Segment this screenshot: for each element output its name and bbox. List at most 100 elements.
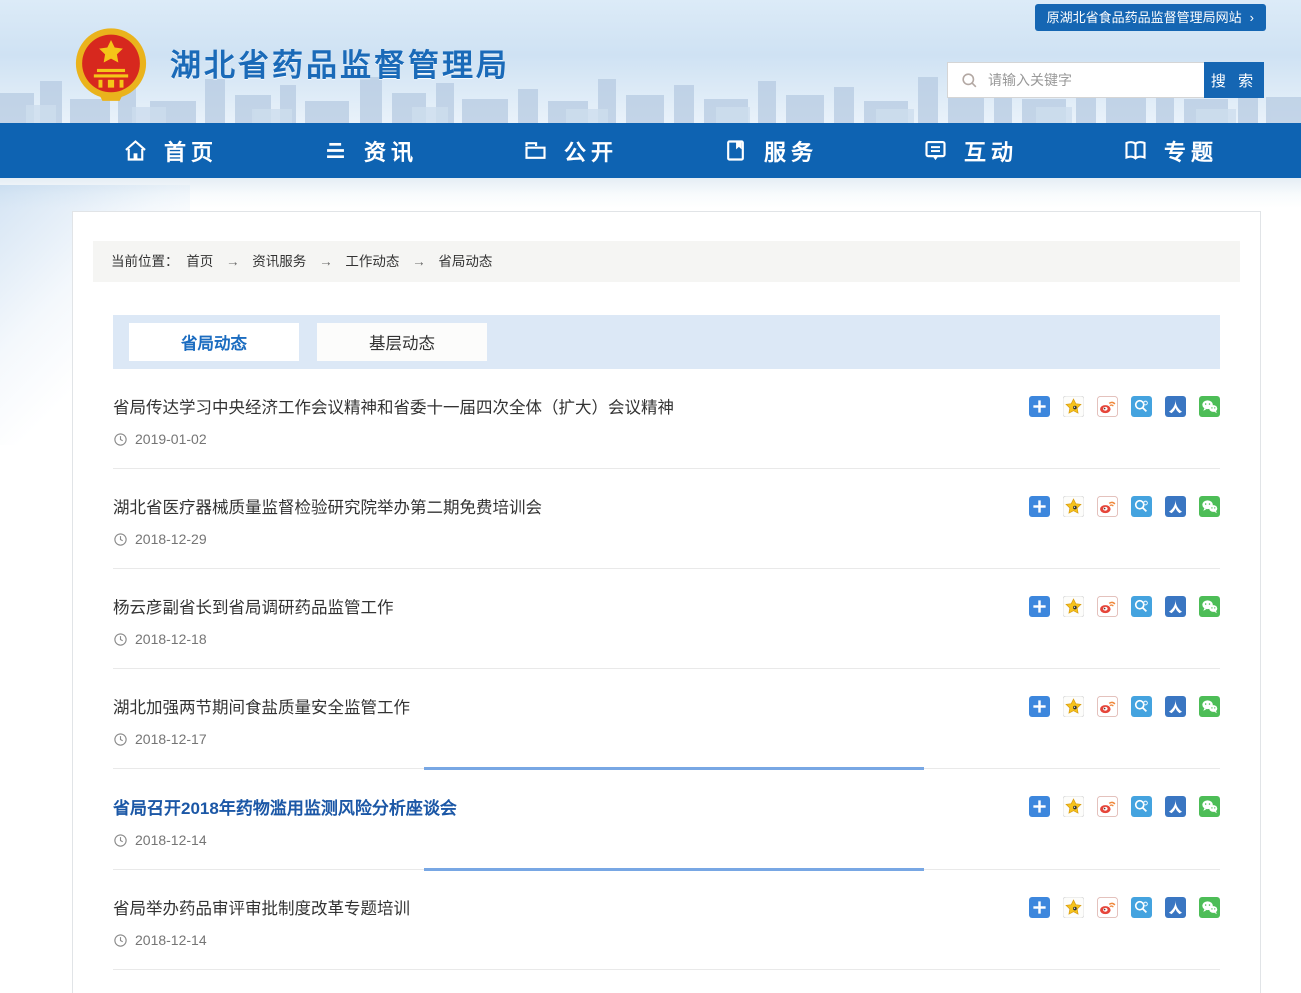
header-reflection bbox=[0, 178, 1301, 208]
search-input[interactable] bbox=[988, 72, 1204, 88]
share-more-icon[interactable] bbox=[1029, 596, 1050, 617]
news-title-link[interactable]: 湖北加强两节期间食盐质量安全监管工作 bbox=[113, 694, 410, 718]
sina-weibo-icon[interactable] bbox=[1097, 696, 1118, 717]
tencent-weibo-icon[interactable] bbox=[1131, 796, 1152, 817]
wechat-icon[interactable] bbox=[1199, 696, 1220, 717]
news-date: 2018-12-17 bbox=[113, 731, 1220, 747]
qzone-icon[interactable] bbox=[1063, 796, 1084, 817]
site-header: 湖北省药品监督管理局 原湖北省食品药品监督管理局网站› 搜 索 bbox=[0, 0, 1301, 123]
share-row bbox=[1016, 696, 1220, 717]
news-title-link[interactable]: 杨云彦副省长到省局调研药品监管工作 bbox=[113, 594, 394, 618]
search-input-wrap bbox=[947, 62, 1204, 98]
breadcrumb-arrow-icon: → bbox=[412, 254, 426, 269]
nav-item-services[interactable]: 服务 bbox=[670, 123, 870, 178]
news-title-link[interactable]: 湖北省医疗器械质量监督检验研究院举办第二期免费培训会 bbox=[113, 494, 542, 518]
news-date: 2018-12-14 bbox=[113, 932, 1220, 948]
breadcrumb-bureau-updates[interactable]: 省局动态 bbox=[438, 254, 492, 269]
news-date: 2018-12-18 bbox=[113, 631, 1220, 647]
folder-icon bbox=[522, 137, 549, 164]
share-more-icon[interactable] bbox=[1029, 796, 1050, 817]
clock-icon bbox=[113, 933, 128, 948]
qzone-icon[interactable] bbox=[1063, 897, 1084, 918]
breadcrumb-news-service[interactable]: 资讯服务 bbox=[252, 254, 306, 269]
news-title-link[interactable]: 省局举办药品审评审批制度改革专题培训 bbox=[113, 895, 410, 919]
nav-item-interaction[interactable]: 互动 bbox=[870, 123, 1070, 178]
search-bar: 搜 索 bbox=[947, 62, 1264, 98]
breadcrumb: 当前位置： 首页 → 资讯服务 → 工作动态 → 省局动态 bbox=[93, 241, 1240, 282]
tab-grassroots-updates[interactable]: 基层动态 bbox=[317, 323, 487, 361]
share-more-icon[interactable] bbox=[1029, 897, 1050, 918]
breadcrumb-arrow-icon: → bbox=[226, 254, 240, 269]
sina-weibo-icon[interactable] bbox=[1097, 496, 1118, 517]
breadcrumb-label: 当前位置： bbox=[111, 254, 179, 269]
old-site-link[interactable]: 原湖北省食品药品监督管理局网站› bbox=[1035, 4, 1266, 31]
search-button[interactable]: 搜 索 bbox=[1204, 62, 1264, 98]
book-bookmark-icon bbox=[722, 137, 749, 164]
qzone-icon[interactable] bbox=[1063, 596, 1084, 617]
tencent-weibo-icon[interactable] bbox=[1131, 596, 1152, 617]
news-item: 杨云彦副省长到省局调研药品监管工作 2018-12-18 bbox=[113, 569, 1220, 669]
renren-icon[interactable] bbox=[1165, 596, 1186, 617]
wechat-icon[interactable] bbox=[1199, 897, 1220, 918]
wechat-icon[interactable] bbox=[1199, 596, 1220, 617]
share-row bbox=[1016, 496, 1220, 517]
clock-icon bbox=[113, 833, 128, 848]
wechat-icon[interactable] bbox=[1199, 396, 1220, 417]
breadcrumb-work-updates[interactable]: 工作动态 bbox=[345, 254, 399, 269]
sina-weibo-icon[interactable] bbox=[1097, 897, 1118, 918]
wechat-icon[interactable] bbox=[1199, 496, 1220, 517]
share-more-icon[interactable] bbox=[1029, 496, 1050, 517]
nav-item-news[interactable]: 资讯 bbox=[270, 123, 470, 178]
wechat-icon[interactable] bbox=[1199, 796, 1220, 817]
share-row bbox=[1016, 796, 1220, 817]
renren-icon[interactable] bbox=[1165, 396, 1186, 417]
news-title-link[interactable]: 省局召开2018年药物滥用监测风险分析座谈会 bbox=[113, 794, 457, 819]
breadcrumb-arrow-icon: → bbox=[319, 254, 333, 269]
qzone-icon[interactable] bbox=[1063, 696, 1084, 717]
site-title: 湖北省药品监督管理局 bbox=[170, 40, 510, 85]
news-item: 省局传达学习中央经济工作会议精神和省委十一届四次全体（扩大）会议精神 2019-… bbox=[113, 369, 1220, 469]
tab-bar: 省局动态 基层动态 bbox=[113, 315, 1220, 369]
clock-icon bbox=[113, 532, 128, 547]
chevron-right-icon: › bbox=[1250, 10, 1254, 25]
chat-bubble-icon bbox=[922, 137, 949, 164]
clock-icon bbox=[113, 732, 128, 747]
share-more-icon[interactable] bbox=[1029, 396, 1050, 417]
qzone-icon[interactable] bbox=[1063, 496, 1084, 517]
renren-icon[interactable] bbox=[1165, 897, 1186, 918]
news-title-link[interactable]: 省局传达学习中央经济工作会议精神和省委十一届四次全体（扩大）会议精神 bbox=[113, 394, 674, 418]
tencent-weibo-icon[interactable] bbox=[1131, 696, 1152, 717]
share-row bbox=[1016, 897, 1220, 918]
tab-bureau-updates[interactable]: 省局动态 bbox=[129, 323, 299, 361]
open-book-icon bbox=[1122, 137, 1149, 164]
renren-icon[interactable] bbox=[1165, 496, 1186, 517]
nav-item-topics[interactable]: 专题 bbox=[1070, 123, 1270, 178]
news-list: 省局传达学习中央经济工作会议精神和省委十一届四次全体（扩大）会议精神 2019-… bbox=[113, 369, 1220, 970]
news-item-highlighted: 省局召开2018年药物滥用监测风险分析座谈会 2018-12-14 bbox=[113, 769, 1220, 870]
main-nav: 首页 资讯 公开 服务 互动 专题 bbox=[0, 123, 1301, 178]
share-row bbox=[1016, 396, 1220, 417]
news-date: 2018-12-29 bbox=[113, 531, 1220, 547]
share-more-icon[interactable] bbox=[1029, 696, 1050, 717]
news-item: 湖北省医疗器械质量监督检验研究院举办第二期免费培训会 2018-12-29 bbox=[113, 469, 1220, 569]
renren-icon[interactable] bbox=[1165, 796, 1186, 817]
news-item: 省局举办药品审评审批制度改革专题培训 2018-12-14 bbox=[113, 870, 1220, 970]
tencent-weibo-icon[interactable] bbox=[1131, 396, 1152, 417]
sina-weibo-icon[interactable] bbox=[1097, 396, 1118, 417]
sina-weibo-icon[interactable] bbox=[1097, 796, 1118, 817]
news-item: 湖北加强两节期间食盐质量安全监管工作 2018-12-17 bbox=[113, 669, 1220, 769]
news-lines-icon bbox=[322, 137, 349, 164]
home-icon bbox=[122, 137, 149, 164]
news-date: 2019-01-02 bbox=[113, 431, 1220, 447]
national-emblem-logo bbox=[72, 24, 150, 106]
renren-icon[interactable] bbox=[1165, 696, 1186, 717]
nav-item-disclosure[interactable]: 公开 bbox=[470, 123, 670, 178]
sina-weibo-icon[interactable] bbox=[1097, 596, 1118, 617]
tencent-weibo-icon[interactable] bbox=[1131, 897, 1152, 918]
tencent-weibo-icon[interactable] bbox=[1131, 496, 1152, 517]
qzone-icon[interactable] bbox=[1063, 396, 1084, 417]
search-icon bbox=[960, 71, 979, 90]
nav-item-home[interactable]: 首页 bbox=[70, 123, 270, 178]
content-container: 当前位置： 首页 → 资讯服务 → 工作动态 → 省局动态 省局动态 基层动态 … bbox=[72, 211, 1261, 993]
breadcrumb-home[interactable]: 首页 bbox=[186, 254, 213, 269]
